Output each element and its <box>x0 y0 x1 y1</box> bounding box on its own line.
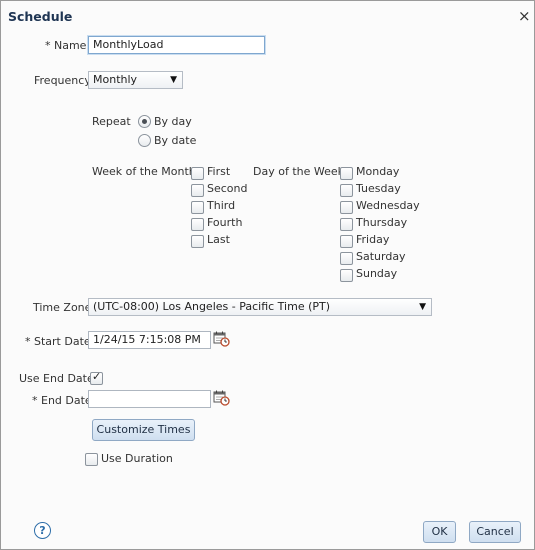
help-icon[interactable]: ? <box>34 522 51 539</box>
repeat-label: Repeat <box>92 115 131 128</box>
end-date-input[interactable] <box>88 390 211 408</box>
week-second-checkbox[interactable] <box>191 184 204 197</box>
close-icon[interactable]: × <box>518 7 531 25</box>
ok-button[interactable]: OK <box>423 521 456 543</box>
day-of-week-label: Day of the Week <box>253 165 345 178</box>
frequency-value: Monthly <box>93 73 138 86</box>
week-second-label: Second <box>207 182 248 195</box>
day-saturday-checkbox[interactable] <box>340 252 353 265</box>
week-last-checkbox[interactable] <box>191 235 204 248</box>
day-tuesday-label: Tuesday <box>356 182 401 195</box>
calendar-clock-icon[interactable] <box>213 331 230 347</box>
repeat-by-day-label: By day <box>154 115 192 128</box>
week-of-month-label: Week of the Month <box>92 165 196 178</box>
day-sunday-label: Sunday <box>356 267 398 280</box>
time-zone-label: Time Zone <box>33 301 92 314</box>
week-fourth-label: Fourth <box>207 216 243 229</box>
name-input[interactable]: MonthlyLoad <box>88 36 265 54</box>
day-wednesday-label: Wednesday <box>356 199 420 212</box>
day-thursday-checkbox[interactable] <box>340 218 353 231</box>
day-thursday-label: Thursday <box>356 216 408 229</box>
day-friday-label: Friday <box>356 233 390 246</box>
week-first-checkbox[interactable] <box>191 167 204 180</box>
calendar-clock-icon[interactable] <box>213 390 230 406</box>
end-date-label: * End Date <box>32 394 92 407</box>
time-zone-select[interactable]: (UTC-08:00) Los Angeles - Pacific Time (… <box>88 298 432 316</box>
cancel-button[interactable]: Cancel <box>469 521 521 543</box>
use-duration-checkbox[interactable] <box>85 453 98 466</box>
name-label: * Name <box>45 39 87 52</box>
use-end-date-checkbox[interactable] <box>90 370 103 385</box>
start-date-label: * Start Date <box>25 335 91 348</box>
dropdown-arrow-icon: ▼ <box>419 302 426 312</box>
use-duration-label: Use Duration <box>101 452 173 465</box>
day-monday-label: Monday <box>356 165 400 178</box>
start-date-input[interactable]: 1/24/15 7:15:08 PM <box>88 331 211 349</box>
week-third-checkbox[interactable] <box>191 201 204 214</box>
week-last-label: Last <box>207 233 230 246</box>
repeat-by-date-radio[interactable] <box>138 134 151 147</box>
day-wednesday-checkbox[interactable] <box>340 201 353 214</box>
dropdown-arrow-icon: ▼ <box>170 75 177 85</box>
day-monday-checkbox[interactable] <box>340 167 353 180</box>
week-first-label: First <box>207 165 231 178</box>
time-zone-value: (UTC-08:00) Los Angeles - Pacific Time (… <box>93 300 331 313</box>
day-tuesday-checkbox[interactable] <box>340 184 353 197</box>
dialog-title: Schedule <box>8 9 73 24</box>
frequency-select[interactable]: Monthly ▼ <box>88 71 183 89</box>
day-sunday-checkbox[interactable] <box>340 269 353 282</box>
schedule-dialog: Schedule × * Name MonthlyLoad Frequency … <box>0 0 535 550</box>
customize-times-button[interactable]: Customize Times <box>92 419 195 441</box>
day-saturday-label: Saturday <box>356 250 406 263</box>
day-friday-checkbox[interactable] <box>340 235 353 248</box>
frequency-label: Frequency <box>34 74 91 87</box>
week-fourth-checkbox[interactable] <box>191 218 204 231</box>
use-end-date-label: Use End Date <box>19 372 94 385</box>
repeat-by-date-label: By date <box>154 134 197 147</box>
week-third-label: Third <box>207 199 236 212</box>
repeat-by-day-radio[interactable] <box>138 115 151 128</box>
